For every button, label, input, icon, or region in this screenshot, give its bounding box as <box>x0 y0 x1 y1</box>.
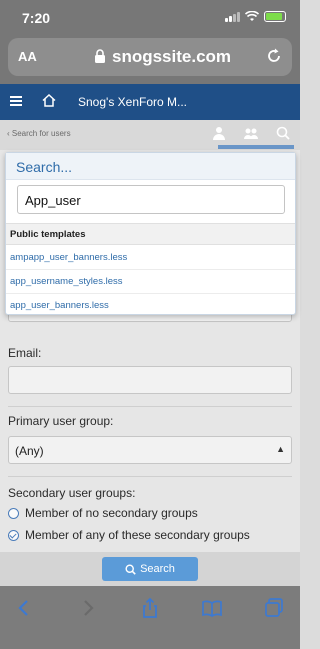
status-time: 7:20 <box>22 10 51 26</box>
wifi-icon <box>245 11 259 21</box>
status-bar: 7:20 <box>0 0 300 32</box>
search-dropdown: Search... App_user Public templates ampa… <box>5 152 296 315</box>
url-text[interactable]: snogssite.com <box>112 47 231 67</box>
radio-unchecked-icon[interactable] <box>8 507 19 519</box>
users-icon[interactable] <box>244 126 258 140</box>
search-button[interactable]: Search <box>102 557 198 581</box>
results-section-header: Public templates <box>6 223 295 245</box>
select-arrows-icon: ▲ <box>276 444 285 454</box>
radio-label: Member of no secondary groups <box>25 506 198 520</box>
chevron-right-icon[interactable] <box>78 598 98 618</box>
book-icon[interactable] <box>202 598 222 618</box>
chevron-left-icon[interactable] <box>14 598 34 618</box>
home-icon[interactable] <box>42 94 56 107</box>
header-icon-group <box>212 126 290 140</box>
radio-any-secondary[interactable]: Member of any of these secondary groups <box>8 528 250 542</box>
breadcrumb[interactable]: ‹ Search for users <box>7 129 71 138</box>
email-field[interactable] <box>8 366 292 394</box>
divider <box>8 406 292 407</box>
primary-group-select[interactable]: (Any) ▲ <box>8 436 292 464</box>
search-result-link[interactable]: app_username_styles.less <box>10 276 122 287</box>
forum-title[interactable]: Snog's XenForo M... <box>78 95 187 109</box>
safari-address-area: AA snogssite.com <box>0 32 300 84</box>
battery-icon <box>264 11 286 22</box>
secondary-groups-label: Secondary user groups: <box>8 486 136 500</box>
divider <box>6 293 295 294</box>
search-icon <box>125 563 136 575</box>
reload-icon[interactable] <box>266 48 282 64</box>
search-dropdown-title: Search... <box>16 159 73 175</box>
search-dropdown-header: Search... <box>6 153 295 180</box>
user-icon[interactable] <box>212 126 226 140</box>
divider <box>8 476 292 477</box>
search-result-link[interactable]: ampapp_user_banners.less <box>10 252 127 263</box>
text-size-button[interactable]: AA <box>18 49 37 64</box>
results-section-label: Public templates <box>10 229 86 240</box>
radio-no-secondary[interactable]: Member of no secondary groups <box>8 506 198 520</box>
search-input-value: App_user <box>25 193 81 208</box>
email-label: Email: <box>8 346 42 360</box>
search-input[interactable]: App_user <box>17 185 285 214</box>
lock-icon <box>95 49 105 63</box>
safari-toolbar <box>0 586 300 649</box>
forum-navbar: Snog's XenForo M... <box>0 84 300 120</box>
tabs-icon[interactable] <box>264 598 284 618</box>
share-icon[interactable] <box>140 598 160 618</box>
divider <box>6 269 295 270</box>
radio-checked-icon[interactable] <box>8 529 19 541</box>
address-bar[interactable]: AA snogssite.com <box>8 38 292 76</box>
search-result-link[interactable]: app_user_banners.less <box>10 300 109 311</box>
primary-group-label: Primary user group: <box>8 414 114 428</box>
search-button-label: Search <box>140 563 175 575</box>
status-icons <box>225 11 286 22</box>
search-icon[interactable] <box>276 126 290 140</box>
primary-group-value: (Any) <box>15 444 44 458</box>
form-submit-row: Search <box>0 552 300 586</box>
search-menu-indicator <box>218 145 294 149</box>
hamburger-icon[interactable] <box>10 96 22 106</box>
radio-label: Member of any of these secondary groups <box>25 528 250 542</box>
signal-icon <box>225 11 240 22</box>
breadcrumb-label: Search for users <box>11 129 71 138</box>
